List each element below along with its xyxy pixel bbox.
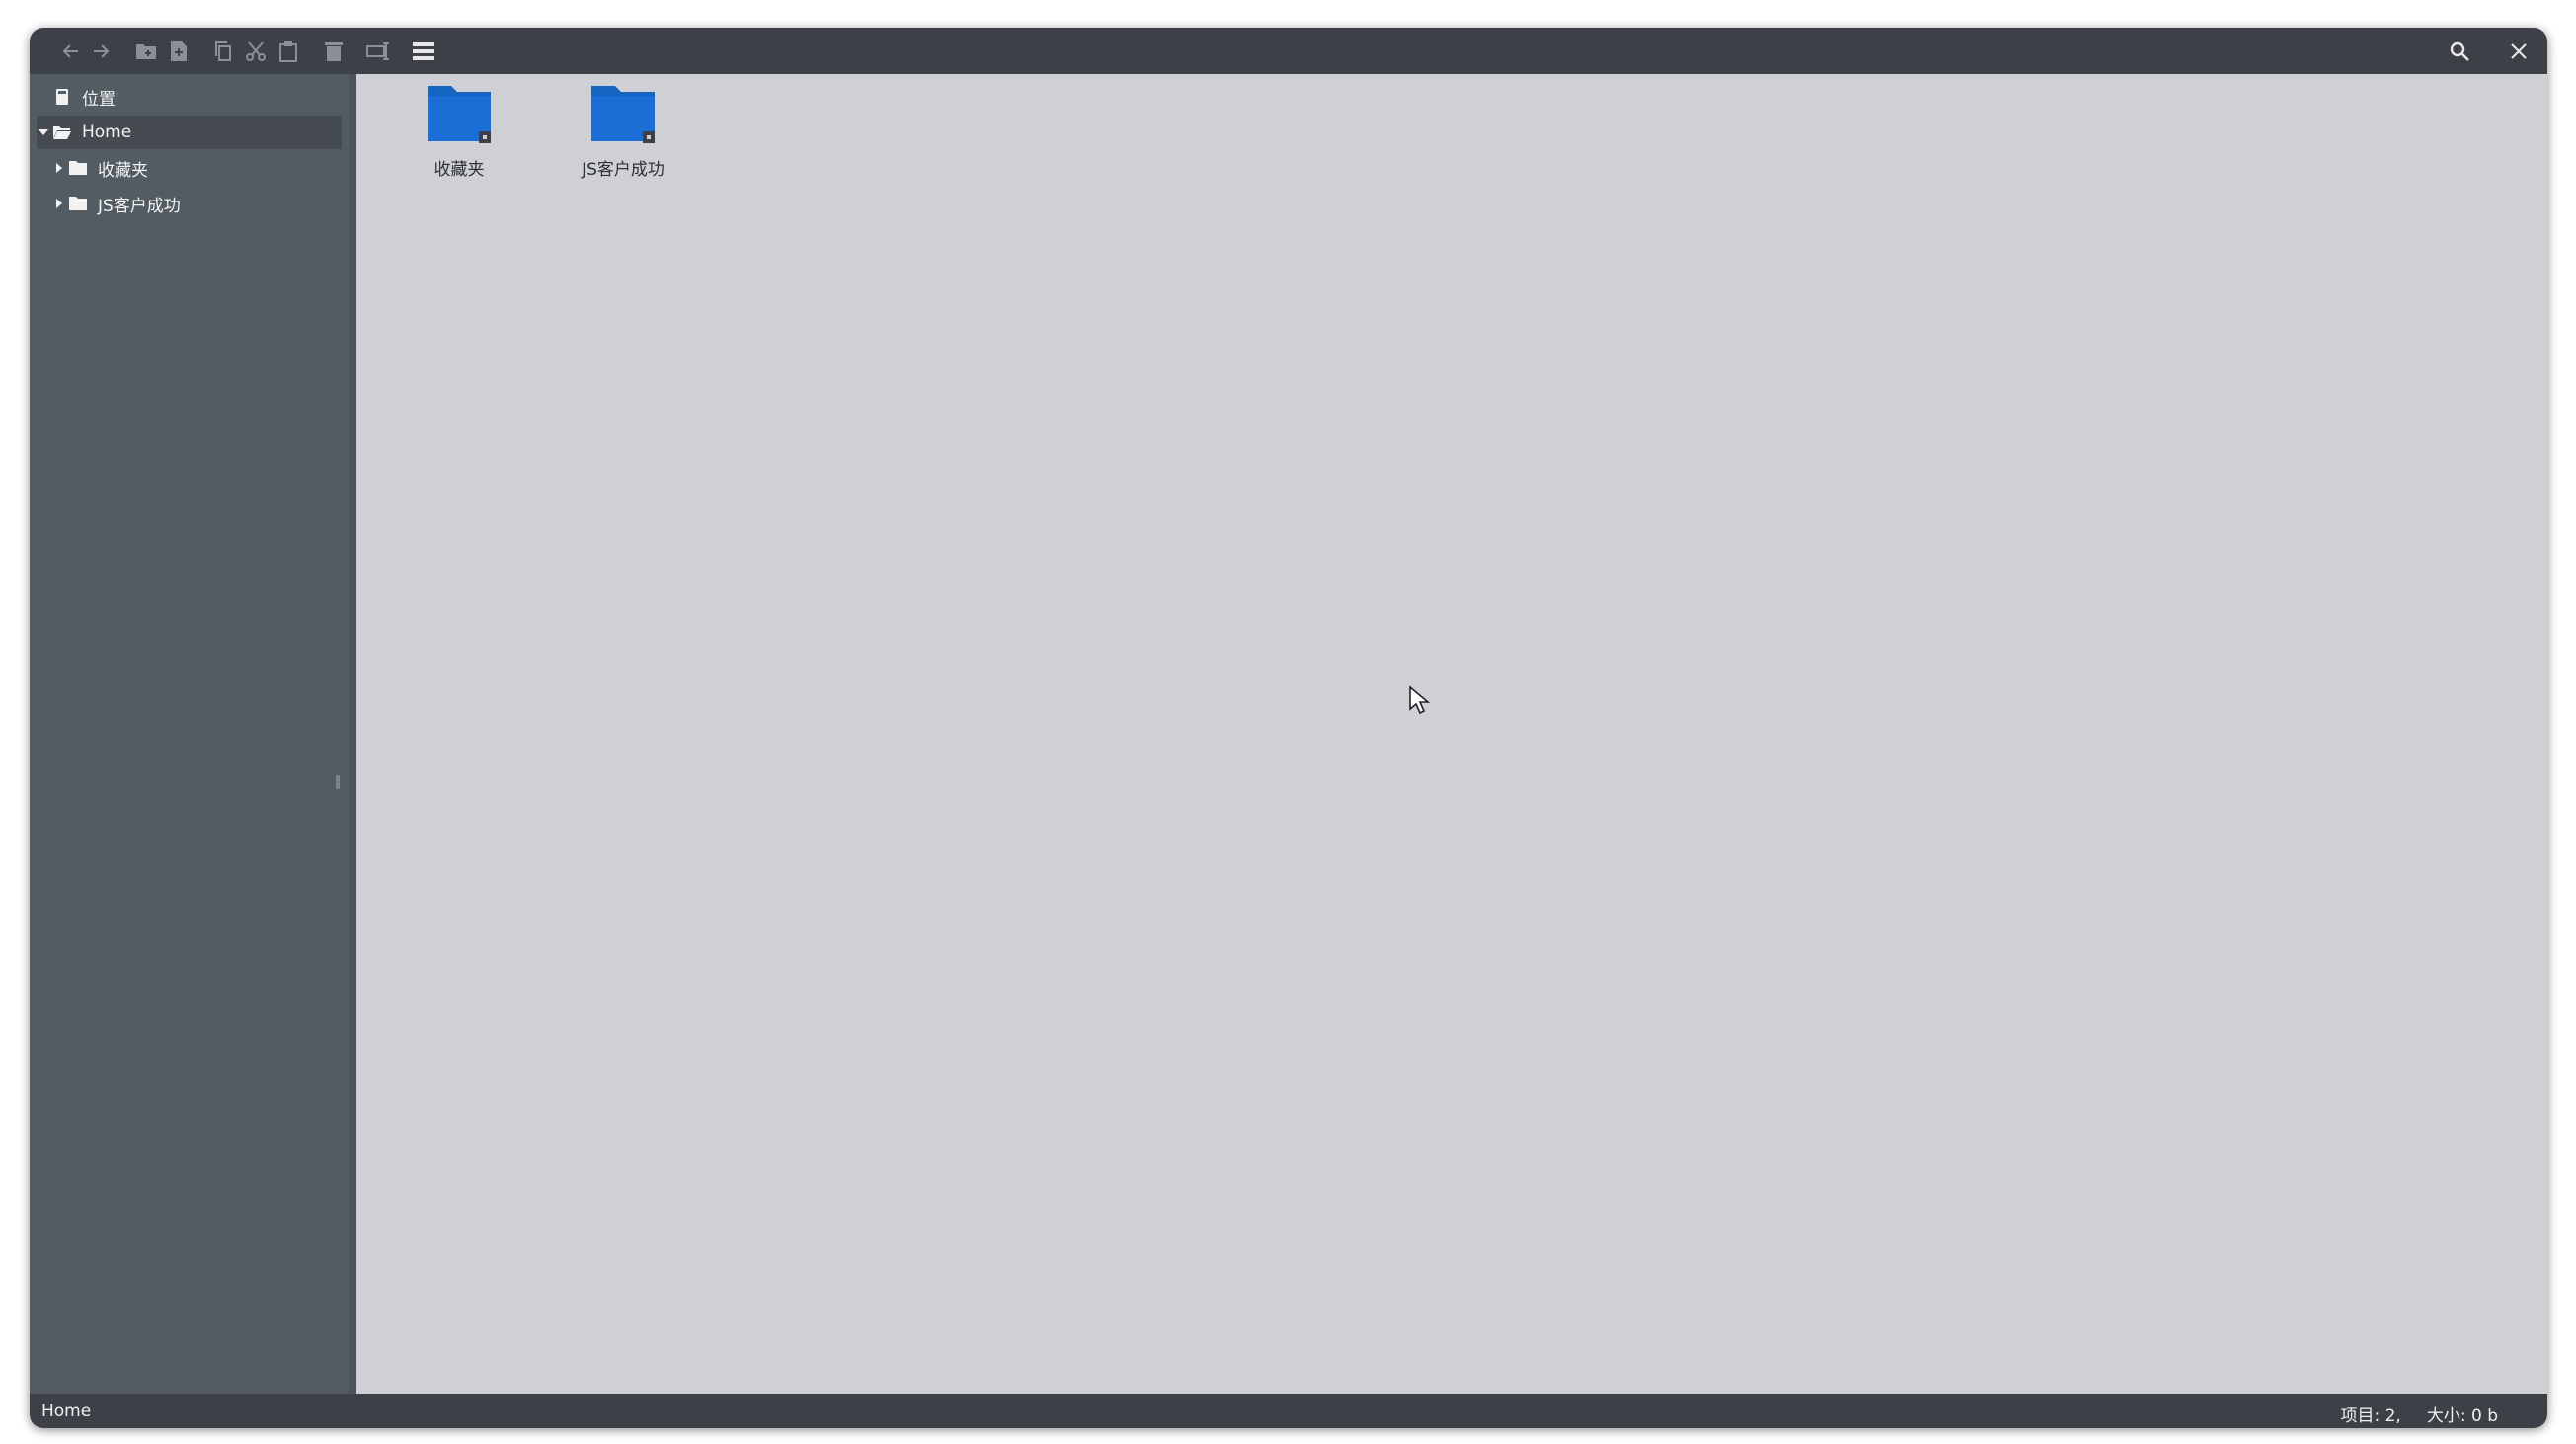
close-icon [2511, 43, 2527, 59]
sidebar-item-home[interactable]: Home [37, 116, 342, 149]
rename-button[interactable] [363, 37, 393, 66]
folder-icon [66, 158, 90, 178]
new-file-icon [171, 41, 187, 61]
file-item-label: 收藏夹 [433, 160, 485, 180]
chevron-right-icon[interactable] [52, 197, 66, 210]
back-arrow-icon [62, 44, 78, 58]
chevron-right-icon[interactable] [52, 161, 66, 175]
status-item-count: 项目: 2, [2340, 1406, 2401, 1426]
list-view-icon [413, 42, 434, 60]
open-folder-icon [50, 122, 74, 142]
sidebar-places-label: 位置 [82, 89, 116, 110]
cut-icon [246, 41, 266, 61]
rename-icon [366, 42, 389, 60]
file-view[interactable]: 收藏夹 JS客户成功 [356, 74, 2547, 1394]
search-button[interactable] [2445, 37, 2474, 66]
search-icon [2450, 41, 2469, 61]
copy-button[interactable] [208, 37, 238, 66]
trash-icon [325, 42, 343, 61]
sidebar: 位置 Home 收藏夹 JS客户成功 [30, 74, 349, 1394]
chevron-down-icon[interactable] [37, 125, 50, 139]
file-item-label: JS客户成功 [582, 160, 664, 180]
folder-icon [591, 86, 655, 143]
sidebar-item-favorites[interactable]: 收藏夹 [37, 151, 342, 185]
sidebar-item-js-success[interactable]: JS客户成功 [37, 187, 342, 220]
sidebar-splitter[interactable] [349, 74, 356, 1394]
list-view-button[interactable] [409, 37, 438, 66]
toolbar [30, 28, 2547, 74]
copy-icon [215, 41, 231, 61]
sidebar-places[interactable]: 位置 [37, 80, 342, 114]
status-path: Home [41, 1402, 92, 1421]
file-item-js-success[interactable]: JS客户成功 [544, 82, 702, 191]
file-item-favorites[interactable]: 收藏夹 [380, 82, 538, 191]
status-bar: Home 项目: 2, 大小: 0 b [30, 1394, 2547, 1428]
sidebar-item-label: 收藏夹 [98, 160, 148, 181]
status-size: 大小: 0 b [2426, 1406, 2498, 1426]
forward-button[interactable] [87, 37, 117, 66]
mouse-cursor-icon [1409, 685, 1430, 715]
back-button[interactable] [55, 37, 85, 66]
close-button[interactable] [2504, 37, 2534, 66]
paste-icon [279, 41, 297, 62]
folder-icon [428, 86, 491, 143]
new-folder-icon [136, 44, 156, 59]
folder-icon [66, 194, 90, 213]
new-file-button[interactable] [164, 37, 194, 66]
sidebar-item-label: JS客户成功 [98, 196, 181, 216]
cut-button[interactable] [241, 37, 271, 66]
bookmark-icon [50, 87, 74, 107]
file-manager-window: 位置 Home 收藏夹 JS客户成功 收藏夹 JS客户成功 Home 项目: 2… [30, 28, 2547, 1428]
delete-button[interactable] [319, 37, 349, 66]
paste-button[interactable] [273, 37, 303, 66]
sidebar-resize-handle[interactable] [336, 775, 340, 789]
sidebar-item-label: Home [82, 122, 132, 142]
status-info: 项目: 2, 大小: 0 b [2340, 1402, 2498, 1426]
forward-arrow-icon [94, 44, 110, 58]
new-folder-button[interactable] [131, 37, 161, 66]
